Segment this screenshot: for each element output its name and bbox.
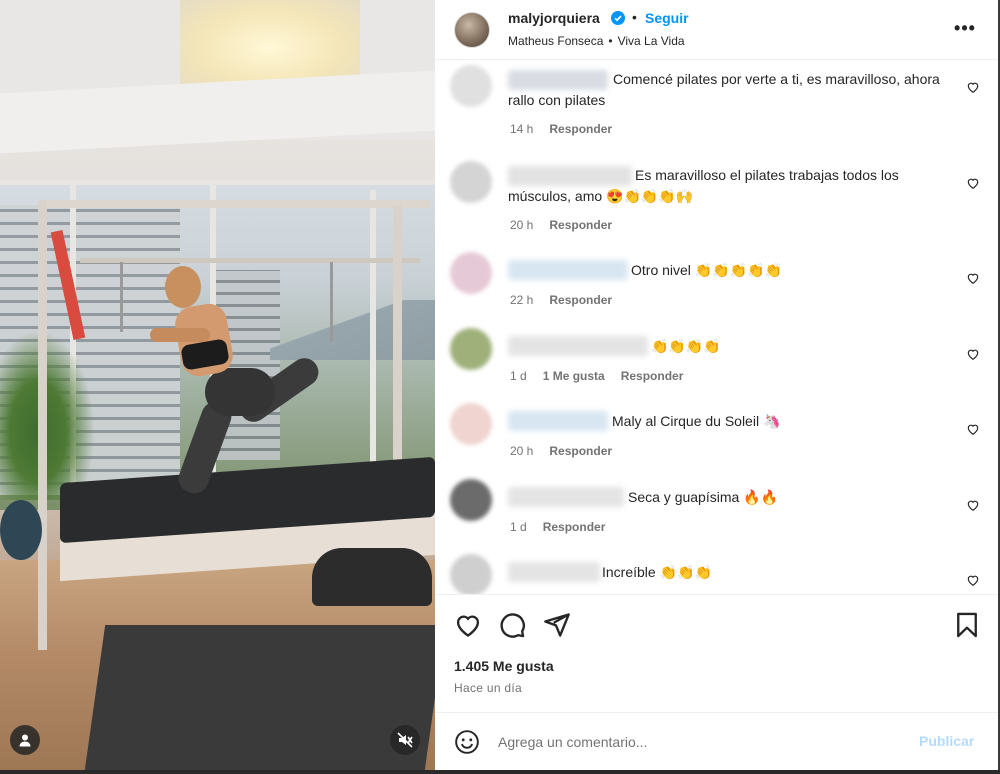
comment-reply-button[interactable]: Responder — [543, 520, 606, 534]
mute-button[interactable] — [390, 725, 420, 755]
comment-reply-button[interactable]: Responder — [549, 218, 612, 232]
comment-meta: 20 h Responder — [510, 444, 612, 458]
comment-heart-icon[interactable] — [966, 422, 980, 436]
commenter-avatar[interactable] — [450, 65, 492, 107]
comment-time: 20 h — [510, 218, 534, 232]
post-timestamp[interactable]: Hace un día — [454, 681, 522, 695]
commenter-avatar[interactable] — [450, 403, 492, 445]
comment-input[interactable] — [498, 730, 898, 754]
comment-heart-icon[interactable] — [966, 271, 980, 285]
comment-time: 1 d — [510, 520, 527, 534]
scene-rug — [84, 625, 435, 770]
more-options-icon: ••• — [954, 17, 976, 38]
reformer-post — [38, 200, 47, 650]
instagram-post-view: malyjorquiera • Seguir Matheus Fonseca • V… — [0, 0, 1000, 774]
scene-mountains — [270, 300, 435, 360]
comment-meta: 1 d Responder — [510, 520, 605, 534]
header-separator: • — [632, 9, 637, 25]
heart-icon[interactable] — [454, 611, 482, 639]
scene-ball — [0, 500, 42, 560]
comment-heart-icon[interactable] — [966, 573, 980, 587]
scene-barrel — [312, 548, 432, 606]
comment-meta: 20 h Responder — [510, 218, 612, 232]
comment-reply-button[interactable]: Responder — [621, 369, 684, 383]
comment-text: Seca y guapísima 🔥🔥 — [628, 489, 779, 505]
comment-heart-icon[interactable] — [966, 347, 980, 361]
commenter-avatar[interactable] — [450, 252, 492, 294]
commenter-avatar[interactable] — [450, 161, 492, 203]
mute-icon — [397, 732, 413, 748]
comment-reply-button[interactable]: Responder — [549, 444, 612, 458]
audio-link[interactable]: Viva La Vida — [618, 34, 685, 48]
comment-heart-icon[interactable] — [966, 176, 980, 190]
bookmark-icon[interactable] — [953, 611, 981, 639]
comment-text: Increíble 👏👏👏 — [602, 564, 712, 580]
post-actions: 1.405 Me gusta Hace un día — [435, 594, 998, 712]
comment-text: Es maravilloso el pilates trabajas todos… — [508, 167, 899, 204]
window-frame — [370, 190, 376, 470]
reformer-spring — [120, 262, 123, 332]
author-username[interactable]: malyjorquiera — [508, 10, 600, 26]
user-tag-icon — [19, 734, 31, 747]
subtitle-separator: • — [608, 34, 613, 48]
commenter-avatar[interactable] — [450, 479, 492, 521]
author-avatar[interactable] — [454, 12, 490, 48]
comment-reply-button[interactable]: Responder — [549, 122, 612, 136]
post-media-video[interactable] — [0, 0, 435, 770]
post-subtitle: Matheus Fonseca • Viva La Vida — [508, 34, 685, 48]
commenter-avatar[interactable] — [450, 328, 492, 370]
scene-plant — [0, 330, 95, 500]
follow-button[interactable]: Seguir — [645, 10, 689, 26]
comment-time: 22 h — [510, 293, 534, 307]
comment-icon[interactable] — [498, 611, 526, 639]
commenter-avatar[interactable] — [450, 554, 492, 594]
comment-meta: 1 d 1 Me gusta Responder — [510, 369, 683, 383]
comment-meta: 14 h Responder — [510, 122, 612, 136]
reformer-bar — [80, 258, 420, 263]
window-edge — [0, 770, 1000, 774]
reformer-post — [393, 205, 402, 465]
comments-list[interactable]: Comencé pilates por verte a ti, es marav… — [435, 61, 998, 594]
reformer-top-bar — [40, 200, 430, 208]
comment-reply-button[interactable]: Responder — [549, 293, 612, 307]
window-frame — [0, 180, 435, 185]
comment-time: 20 h — [510, 444, 534, 458]
user-tag-button[interactable] — [10, 725, 40, 755]
comment-text: Comencé pilates por verte a ti, es marav… — [508, 71, 940, 108]
comment-heart-icon[interactable] — [966, 498, 980, 512]
comment-heart-icon[interactable] — [966, 80, 980, 94]
comment-composer: Publicar — [435, 712, 998, 770]
comment-text: Maly al Cirque du Soleil 🦄 — [612, 413, 781, 429]
post-side-panel: malyjorquiera • Seguir Matheus Fonseca • V… — [435, 0, 998, 770]
collab-user-link[interactable]: Matheus Fonseca — [508, 34, 603, 48]
likes-count[interactable]: 1.405 Me gusta — [454, 658, 554, 674]
person-head — [165, 266, 201, 308]
person-arm — [150, 328, 210, 342]
post-header: malyjorquiera • Seguir Matheus Fonseca • V… — [435, 0, 998, 60]
publish-button[interactable]: Publicar — [919, 733, 974, 749]
reformer-spring — [330, 262, 333, 342]
comment-likes[interactable]: 1 Me gusta — [543, 369, 605, 383]
comment-meta: 22 h Responder — [510, 293, 612, 307]
comment-text: 👏👏👏👏 — [651, 338, 721, 354]
comment-text: Otro nivel 👏👏👏👏👏 — [631, 262, 782, 278]
person-hips — [205, 368, 275, 416]
more-options-button[interactable]: ••• — [953, 16, 977, 40]
share-icon[interactable] — [543, 611, 571, 639]
emoji-icon[interactable] — [454, 729, 480, 755]
comment-time: 1 d — [510, 369, 527, 383]
comment-time: 14 h — [510, 122, 534, 136]
verified-badge-icon — [611, 11, 625, 25]
